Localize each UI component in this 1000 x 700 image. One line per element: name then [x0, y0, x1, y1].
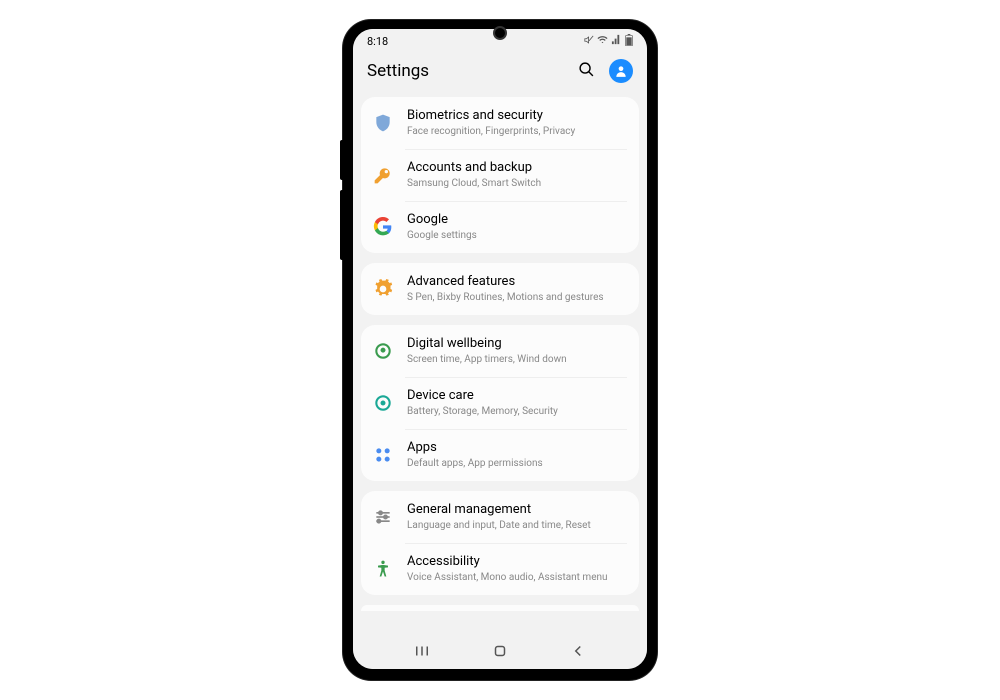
signal-icon — [611, 34, 622, 48]
settings-group: Digital wellbeing Screen time, App timer… — [361, 325, 639, 481]
nav-bar — [353, 633, 647, 669]
home-button[interactable] — [480, 642, 520, 660]
phone-frame: 8:18 Settings — [343, 20, 657, 680]
item-subtitle: Voice Assistant, Mono audio, Assistant m… — [407, 571, 627, 584]
status-indicators — [584, 34, 633, 49]
back-button[interactable] — [558, 642, 598, 660]
item-title: Device care — [407, 388, 627, 405]
header: Settings — [353, 53, 647, 97]
item-title: Digital wellbeing — [407, 336, 627, 353]
recents-button[interactable] — [402, 642, 442, 660]
wifi-icon — [597, 34, 608, 48]
accessibility-icon — [373, 559, 393, 579]
screen: 8:18 Settings — [353, 29, 647, 669]
settings-group-partial — [361, 605, 639, 611]
page-title: Settings — [367, 61, 429, 81]
settings-group: Advanced features S Pen, Bixby Routines,… — [361, 263, 639, 315]
item-title: Apps — [407, 440, 627, 457]
item-subtitle: Default apps, App permissions — [407, 457, 627, 470]
sliders-icon — [373, 507, 393, 527]
shield-icon — [373, 113, 393, 133]
item-subtitle: Battery, Storage, Memory, Security — [407, 405, 627, 418]
item-title: Accessibility — [407, 554, 627, 571]
settings-group: Biometrics and security Face recognition… — [361, 97, 639, 253]
battery-icon — [625, 34, 633, 49]
account-button[interactable] — [609, 59, 633, 83]
devicecare-icon — [373, 393, 393, 413]
item-subtitle: Samsung Cloud, Smart Switch — [407, 177, 627, 190]
item-title: Google — [407, 212, 627, 229]
settings-item-general[interactable]: General management Language and input, D… — [361, 491, 639, 543]
wellbeing-icon — [373, 341, 393, 361]
settings-item-devicecare[interactable]: Device care Battery, Storage, Memory, Se… — [361, 377, 639, 429]
settings-content[interactable]: Biometrics and security Face recognition… — [353, 97, 647, 633]
settings-item-advanced[interactable]: Advanced features S Pen, Bixby Routines,… — [361, 263, 639, 315]
apps-icon — [373, 445, 393, 465]
item-subtitle: Language and input, Date and time, Reset — [407, 519, 627, 532]
item-subtitle: Google settings — [407, 229, 627, 242]
front-camera — [493, 26, 507, 40]
settings-item-google[interactable]: Google Google settings — [361, 201, 639, 253]
settings-item-apps[interactable]: Apps Default apps, App permissions — [361, 429, 639, 481]
item-title: General management — [407, 502, 627, 519]
settings-item-biometrics[interactable]: Biometrics and security Face recognition… — [361, 97, 639, 149]
item-subtitle: S Pen, Bixby Routines, Motions and gestu… — [407, 291, 627, 304]
item-title: Advanced features — [407, 274, 627, 291]
settings-item-accounts[interactable]: Accounts and backup Samsung Cloud, Smart… — [361, 149, 639, 201]
item-title: Biometrics and security — [407, 108, 627, 125]
gear-icon — [373, 279, 393, 299]
status-time: 8:18 — [367, 35, 388, 48]
settings-item-wellbeing[interactable]: Digital wellbeing Screen time, App timer… — [361, 325, 639, 377]
item-subtitle: Screen time, App timers, Wind down — [407, 353, 627, 366]
key-icon — [373, 165, 393, 185]
search-button[interactable] — [578, 61, 595, 82]
header-actions — [578, 59, 633, 83]
settings-group: General management Language and input, D… — [361, 491, 639, 595]
google-icon — [373, 217, 393, 237]
mute-icon — [584, 35, 594, 48]
settings-item-accessibility[interactable]: Accessibility Voice Assistant, Mono audi… — [361, 543, 639, 595]
item-subtitle: Face recognition, Fingerprints, Privacy — [407, 125, 627, 138]
item-title: Accounts and backup — [407, 160, 627, 177]
